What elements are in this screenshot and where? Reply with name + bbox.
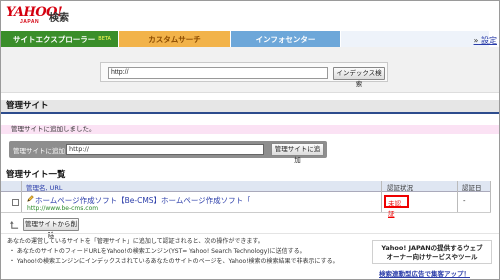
table-row: ホームページ作成ソフト【Be-CMS】ホームページ作成ソフト「Be ... ht… (1, 192, 491, 218)
divider (1, 233, 499, 234)
settings-link[interactable]: » 設定 (474, 35, 497, 46)
tab-bar: サイトエクスプローラー BETA カスタムサーチ インフォセンター (1, 31, 489, 47)
yahoo-logo[interactable]: YAHOO! JAPAN (6, 5, 63, 25)
status-highlight: 未認証 (384, 195, 409, 218)
add-site-bar: 管理サイトに追加 http:// 管理サイトに追加 (9, 141, 327, 164)
table-header: 管理名, URL 認証状況 認証日 (1, 181, 491, 192)
tab-label: インフォセンター (255, 34, 316, 44)
banner-line: Yahoo! JAPANの提供するウェブ (381, 244, 483, 252)
auth-date: - (463, 197, 466, 205)
info-text: あなたの運営しているサイトを「管理サイト」に追加して認証されると、次の操作ができ… (1, 237, 367, 267)
info-line: あなたの運営しているサイトを「管理サイト」に追加して認証されると、次の操作ができ… (7, 238, 264, 245)
tab-bar-filler (341, 31, 489, 47)
tab-site-explorer[interactable]: サイトエクスプローラー BETA (1, 31, 119, 47)
status-link[interactable]: 未認証 (388, 198, 407, 218)
section-title: 管理サイト (1, 100, 499, 114)
pencil-icon[interactable] (27, 195, 34, 202)
index-search-box: http:// インデックス検索 (100, 62, 388, 88)
corner-arrow-icon (10, 221, 19, 229)
app-title: 検索 (49, 13, 69, 24)
add-site-url-input[interactable]: http:// (66, 144, 264, 155)
settings-link-label: 設定 (481, 36, 497, 45)
add-site-button[interactable]: 管理サイトに追加 (271, 143, 324, 164)
success-notice: 管理サイトに追加しました。 (1, 125, 499, 134)
webmaster-tools-banner[interactable]: Yahoo! JAPANの提供するウェブ オーナー向けサービスやツール (372, 240, 492, 264)
beta-badge: BETA (98, 36, 111, 42)
tab-custom-search[interactable]: カスタムサーチ (119, 31, 231, 47)
logo-wordmark: YAHOO! (6, 5, 63, 20)
delete-site-button[interactable]: 管理サイトから削除 (23, 218, 79, 239)
tab-label: サイトエクスプローラー (13, 34, 96, 44)
column-header-date: 認証日 (462, 184, 482, 192)
site-url: http://www.be-cms.com (27, 205, 99, 212)
ad-link[interactable]: 検索連動型広告で集客アップ！ (379, 268, 470, 278)
tab-info-center[interactable]: インフォセンター (231, 31, 341, 47)
info-line: ・ Yahoo!の検索エンジンにインデックスされているあなたのサイトのページを、… (9, 258, 339, 265)
index-search-panel: http:// インデックス検索 (1, 47, 499, 93)
index-search-button[interactable]: インデックス検索 (333, 66, 385, 88)
tab-label: カスタムサーチ (148, 34, 201, 44)
settings-link-arrow: » (473, 36, 479, 45)
index-url-input[interactable]: http:// (108, 67, 328, 79)
page-frame: YAHOO! JAPAN 検索 サイトエクスプローラー BETA カスタムサーチ… (0, 0, 500, 280)
column-header-name[interactable]: 管理名, URL (26, 182, 63, 192)
site-list-title: 管理サイト一覧 (6, 170, 66, 180)
column-header-status: 認証状況 (387, 184, 413, 192)
banner-line: オーナー向けサービスやツール (386, 253, 478, 261)
row-select-checkbox[interactable] (12, 199, 19, 206)
add-site-label: 管理サイトに追加 (13, 147, 65, 155)
info-line: ・ あなたのサイトのフィードURLをYahoo!の検索エンジン(YST= Yah… (9, 248, 306, 255)
